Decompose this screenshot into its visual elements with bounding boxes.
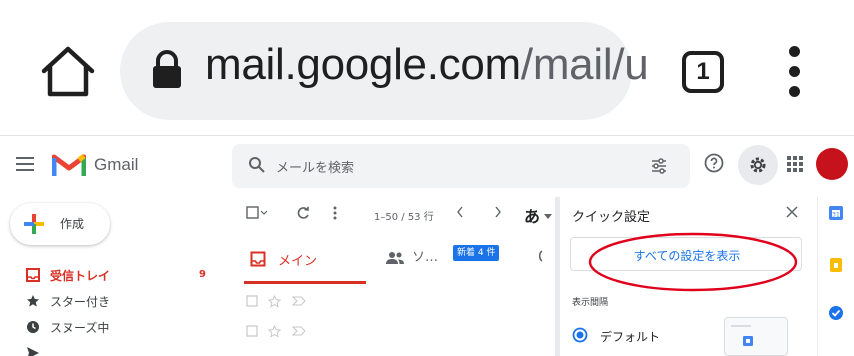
list-toolbar: 1–50 / 53 行 あ [240, 200, 560, 230]
search-input[interactable]: メールを検索 [276, 157, 354, 176]
list-item[interactable] [240, 318, 540, 346]
prev-page-icon[interactable] [456, 206, 464, 222]
tasks-icon[interactable] [828, 305, 844, 325]
next-page-icon[interactable] [494, 206, 502, 222]
avatar[interactable] [816, 148, 848, 180]
new-count-badge: 新着 4 件 [453, 245, 500, 261]
sidebar-item-label: スヌーズ中 [50, 321, 110, 335]
refresh-icon[interactable] [296, 206, 310, 224]
star-icon[interactable] [267, 294, 282, 312]
row-checkbox[interactable] [246, 325, 258, 341]
density-preview-image [724, 317, 788, 356]
compose-button[interactable]: 作成 [10, 203, 110, 245]
sidebar-item-next[interactable] [0, 340, 220, 356]
addon-sidebar: 31 [817, 197, 854, 356]
sidebar-item-starred[interactable]: スター付き [0, 288, 220, 314]
inbox-icon [250, 251, 266, 271]
sidebar-item-snoozed[interactable]: スヌーズ中 [0, 314, 220, 340]
apps-grid-icon[interactable] [786, 155, 804, 177]
search-box[interactable]: メールを検索 [232, 144, 690, 188]
more-actions-icon[interactable] [332, 206, 338, 224]
app-name: Gmail [94, 155, 139, 174]
sidebar-item-label: スター付き [50, 295, 111, 309]
keep-icon[interactable] [828, 257, 844, 277]
send-icon [26, 345, 40, 356]
url-text[interactable]: mail.google.com/mail/u [205, 40, 649, 90]
gear-icon [748, 155, 768, 179]
input-tools-button[interactable]: あ [524, 203, 540, 227]
compose-label: 作成 [60, 217, 85, 231]
tab-social[interactable]: ソ… 新着 4 件 [384, 238, 534, 284]
importance-icon[interactable] [291, 325, 306, 340]
people-icon [386, 250, 404, 269]
settings-button[interactable] [738, 145, 778, 185]
plus-icon [22, 212, 46, 240]
tab-switcher-button[interactable]: 1 [682, 51, 724, 93]
unread-count: 9 [199, 269, 206, 280]
tab-primary[interactable]: メイン [244, 238, 366, 284]
radio-label: デフォルト [600, 330, 661, 344]
clock-icon [26, 319, 40, 338]
select-checkbox[interactable] [246, 206, 268, 224]
page-range: 1–50 / 53 行 [374, 212, 434, 223]
star-icon[interactable] [267, 324, 282, 342]
annotation-ellipse [587, 231, 799, 297]
contacts-icon[interactable] [828, 349, 844, 356]
calendar-icon[interactable]: 31 [828, 205, 844, 225]
panel-title: クイック設定 [572, 210, 651, 225]
url-host: mail.google.com [205, 40, 521, 89]
star-icon [26, 293, 40, 312]
list-item[interactable] [240, 288, 540, 316]
row-checkbox[interactable] [246, 295, 258, 311]
main-menu-icon[interactable] [16, 157, 34, 171]
inbox-icon [26, 267, 40, 286]
home-icon[interactable] [38, 44, 98, 100]
search-options-icon[interactable] [650, 157, 668, 179]
close-icon[interactable] [786, 204, 798, 222]
chevron-down-icon[interactable] [544, 209, 552, 224]
sidebar-item-inbox[interactable]: 受信トレイ 9 [0, 262, 220, 288]
browser-toolbar: mail.google.com/mail/u 1 [0, 0, 854, 136]
tab-label: メイン [278, 254, 318, 269]
sidebar-item-label: 受信トレイ [50, 269, 111, 283]
more-menu-icon[interactable] [780, 42, 808, 104]
density-default-radio[interactable] [572, 327, 588, 347]
lock-icon [150, 50, 184, 90]
url-path: /mail/u [520, 40, 649, 89]
tab-promotions-icon[interactable] [538, 250, 544, 266]
importance-icon[interactable] [291, 295, 306, 310]
svg-text:31: 31 [832, 212, 840, 219]
search-icon[interactable] [248, 156, 266, 178]
gmail-logo-icon[interactable] [51, 152, 87, 182]
gmail-header: Gmail メールを検索 [0, 137, 854, 197]
help-icon[interactable] [703, 152, 725, 178]
tab-label: ソ… [412, 250, 439, 265]
